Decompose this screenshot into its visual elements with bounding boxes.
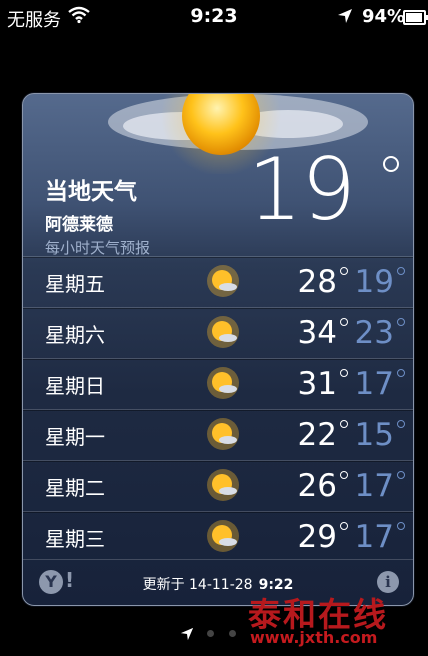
watermark: 泰和在线 www.jxth.com: [248, 588, 388, 647]
sunny-icon: [206, 519, 240, 553]
forecast-low: 17: [354, 366, 394, 402]
city-name: 阿德莱德: [45, 215, 113, 235]
degree-symbol: [340, 420, 348, 428]
forecast-low: 19: [354, 264, 394, 300]
watermark-url: www.jxth.com: [250, 628, 378, 647]
degree-symbol: [340, 471, 348, 479]
forecast-low: 17: [354, 519, 394, 555]
forecast-day: 星期五: [45, 272, 105, 296]
degree-symbol: [397, 522, 405, 530]
forecast-row: 星期三 29 17: [23, 511, 413, 562]
status-bar: 无服务 9:23 94%: [0, 0, 428, 34]
forecast-row: 星期六 34 23: [23, 307, 413, 358]
sunny-icon: [206, 366, 240, 400]
sunny-icon: [206, 417, 240, 451]
degree-symbol: [340, 318, 348, 326]
city-title: 当地天气: [45, 179, 137, 205]
degree-symbol: [397, 267, 405, 275]
degree-symbol: [383, 156, 399, 172]
battery-percent: 94%: [362, 6, 406, 27]
location-arrow-icon: [337, 8, 353, 28]
forecast-high: 28: [297, 264, 337, 300]
degree-symbol: [340, 522, 348, 530]
forecast-row: 星期二 26 17: [23, 460, 413, 511]
weather-card[interactable]: 当地天气 阿德莱德 每小时天气预报 19 星期五 28 19 星期六 34 23: [22, 93, 414, 606]
forecast-low: 23: [354, 315, 394, 351]
sunny-icon: [206, 315, 240, 349]
forecast-row: 星期日 31 17: [23, 358, 413, 409]
forecast-low: 15: [354, 417, 394, 453]
sunny-icon: [206, 468, 240, 502]
page-dot[interactable]: [229, 630, 236, 637]
forecast-high: 22: [297, 417, 337, 453]
forecast-high: 31: [297, 366, 337, 402]
degree-symbol: [340, 369, 348, 377]
forecast-list: 星期五 28 19 星期六 34 23 星期日 31 17 星期一 22 15 …: [23, 256, 413, 562]
degree-symbol: [340, 267, 348, 275]
battery-icon: [403, 10, 428, 25]
degree-symbol: [397, 318, 405, 326]
forecast-high: 34: [297, 315, 337, 351]
forecast-row: 星期一 22 15: [23, 409, 413, 460]
forecast-day: 星期三: [45, 527, 105, 551]
sunny-icon: [206, 264, 240, 298]
weather-header: 当地天气 阿德莱德 每小时天气预报 19: [23, 94, 413, 257]
location-page-arrow-icon: [180, 626, 194, 645]
degree-symbol: [397, 420, 405, 428]
forecast-low: 17: [354, 468, 394, 504]
forecast-day: 星期六: [45, 323, 105, 347]
degree-symbol: [397, 471, 405, 479]
page-dot[interactable]: [207, 630, 214, 637]
forecast-day: 星期日: [45, 374, 105, 398]
forecast-high: 26: [297, 468, 337, 504]
forecast-high: 29: [297, 519, 337, 555]
updated-label: 更新于 14-11-28: [142, 577, 253, 593]
degree-symbol: [397, 369, 405, 377]
current-temperature: 19: [247, 140, 356, 240]
forecast-day: 星期二: [45, 476, 105, 500]
forecast-day: 星期一: [45, 425, 105, 449]
hourly-forecast-link[interactable]: 每小时天气预报: [45, 237, 150, 258]
forecast-row: 星期五 28 19: [23, 256, 413, 307]
